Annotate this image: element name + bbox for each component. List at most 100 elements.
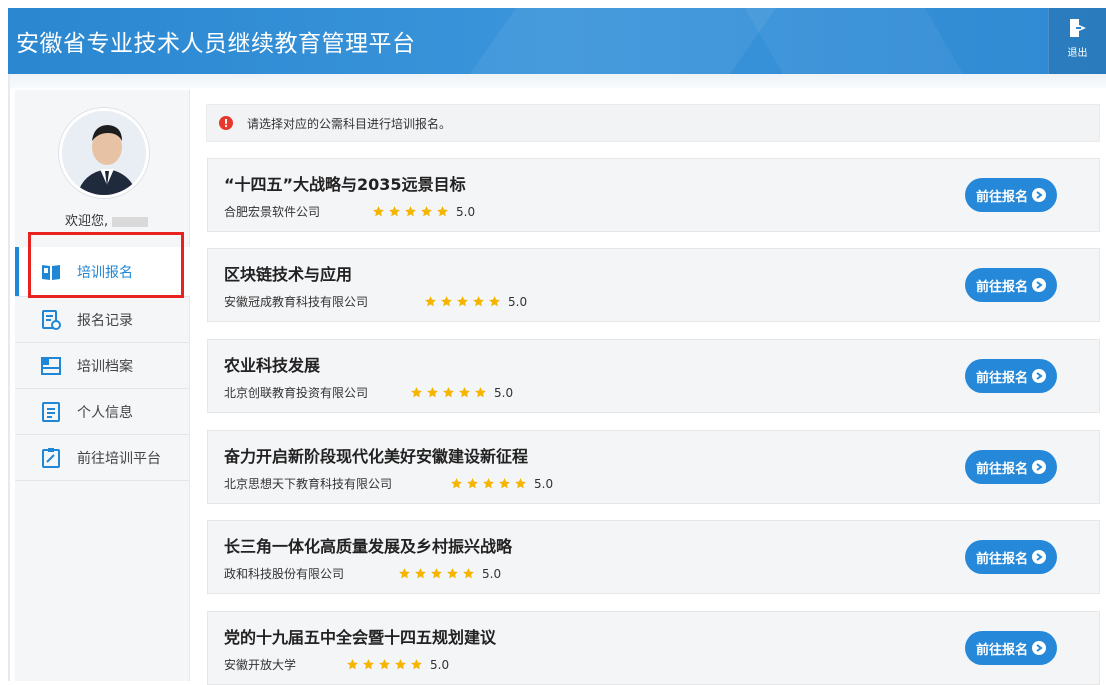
signup-button-label: 前往报名 [975, 189, 1028, 205]
course-title: “十四五”大战略与2035远景目标 [224, 175, 466, 194]
username-redacted [112, 216, 149, 227]
star-icon [362, 658, 378, 671]
star-icon [474, 386, 490, 399]
record-icon [39, 308, 63, 332]
chevron-right-icon [1032, 278, 1046, 292]
course-provider: 合肥宏景软件公司 [224, 205, 321, 219]
course-card: 长三角一体化高质量发展及乡村振兴战略 政和科技股份有限公司 5.0 前往报名 [207, 520, 1100, 594]
course-card: 区块链技术与应用安徽冠成教育科技有限公司 5.0 前往报名 [207, 248, 1100, 322]
star-icon [472, 295, 488, 308]
star-icon [436, 205, 452, 218]
welcome-label: 欢迎您, [65, 214, 109, 229]
signup-button-label: 前往报名 [975, 642, 1028, 658]
sidebar-item-training-archive[interactable]: 培训档案 [15, 343, 190, 389]
course-meta: 合肥宏景软件公司 5.0 [224, 203, 475, 220]
welcome-text: 欢迎您, [65, 210, 149, 229]
rating-stars: 5.0 [410, 386, 513, 400]
star-icon [498, 477, 514, 490]
chevron-right-icon [1032, 369, 1046, 383]
rating-stars: 5.0 [346, 658, 449, 672]
rating-value: 5.0 [456, 204, 476, 219]
top-header: 安徽省专业技术人员继续教育管理平台 退出 [8, 8, 1106, 74]
course-provider: 政和科技股份有限公司 [224, 567, 345, 581]
left-border [8, 74, 10, 681]
logout-label: 退出 [1067, 48, 1088, 59]
course-card: 农业科技发展北京创联教育投资有限公司 5.0 前往报名 [207, 339, 1100, 413]
course-meta: 安徽冠成教育科技有限公司 5.0 [224, 293, 527, 310]
star-icon [346, 658, 362, 671]
sidebar: 欢迎您, 培训报名 报名记录 培训档案 个人信息 前往培训平台 [15, 90, 190, 681]
star-icon [426, 386, 442, 399]
rating-stars: 5.0 [372, 205, 475, 219]
course-card: “十四五”大战略与2035远景目标合肥宏景软件公司 5.0 前往报名 [207, 158, 1100, 232]
sidebar-item-label: 前往培训平台 [77, 450, 161, 467]
logout-icon [1069, 19, 1086, 37]
course-title: 农业科技发展 [224, 356, 321, 375]
rating-value: 5.0 [508, 294, 528, 309]
avatar [59, 108, 149, 198]
course-provider: 安徽开放大学 [224, 658, 297, 672]
course-meta: 北京创联教育投资有限公司 5.0 [224, 384, 513, 401]
highlight-annotation-box [28, 232, 184, 298]
signup-button[interactable]: 前往报名 [965, 540, 1057, 574]
signup-button[interactable]: 前往报名 [965, 450, 1057, 484]
course-title: 区块链技术与应用 [224, 265, 353, 284]
platform-icon [39, 446, 63, 470]
star-icon [466, 477, 482, 490]
sidebar-item-signup-records[interactable]: 报名记录 [15, 297, 190, 343]
star-icon [462, 567, 478, 580]
sidebar-item-personal-info[interactable]: 个人信息 [15, 389, 190, 435]
signup-button[interactable]: 前往报名 [965, 268, 1057, 302]
star-icon [398, 567, 414, 580]
star-icon [446, 567, 462, 580]
star-icon [420, 205, 436, 218]
rating-value: 5.0 [534, 476, 554, 491]
profile-icon [39, 400, 63, 424]
chevron-right-icon [1032, 460, 1046, 474]
star-icon [388, 205, 404, 218]
logout-button[interactable]: 退出 [1048, 8, 1106, 74]
course-provider: 北京思想天下教育科技有限公司 [224, 477, 393, 491]
star-icon [430, 567, 446, 580]
sidebar-item-label: 报名记录 [77, 312, 133, 329]
star-icon [378, 658, 394, 671]
chevron-right-icon [1032, 188, 1046, 202]
star-icon [372, 205, 388, 218]
app-title: 安徽省专业技术人员继续教育管理平台 [16, 31, 416, 57]
star-icon [442, 386, 458, 399]
course-card: 党的十九届五中全会暨十四五规划建议 安徽开放大学 5.0 前往报名 [207, 611, 1100, 685]
course-provider: 安徽冠成教育科技有限公司 [224, 295, 369, 309]
warning-icon: ! [219, 116, 233, 130]
star-icon [424, 295, 440, 308]
star-icon [410, 386, 426, 399]
star-icon [488, 295, 504, 308]
course-title: 奋力开启新阶段现代化美好安徽建设新征程 [224, 447, 529, 466]
rating-value: 5.0 [494, 385, 514, 400]
signup-button[interactable]: 前往报名 [965, 178, 1057, 212]
signup-button[interactable]: 前往报名 [965, 359, 1057, 393]
course-card: 奋力开启新阶段现代化美好安徽建设新征程北京思想天下教育科技有限公司 5.0 前往报名 [207, 430, 1100, 504]
alert-text: 请选择对应的公需科目进行培训报名。 [247, 116, 452, 131]
rating-value: 5.0 [430, 657, 450, 672]
rating-stars: 5.0 [450, 477, 553, 491]
rating-value: 5.0 [482, 566, 502, 581]
notice-alert: ! 请选择对应的公需科目进行培训报名。 [206, 104, 1100, 142]
star-icon [440, 295, 456, 308]
course-meta: 北京思想天下教育科技有限公司 5.0 [224, 475, 553, 492]
course-provider: 北京创联教育投资有限公司 [224, 386, 369, 400]
archive-icon [39, 354, 63, 378]
star-icon [404, 205, 420, 218]
header-shadow [8, 74, 1106, 88]
star-icon [410, 658, 426, 671]
signup-button-label: 前往报名 [975, 461, 1028, 477]
chevron-right-icon [1032, 550, 1046, 564]
star-icon [458, 386, 474, 399]
signup-button[interactable]: 前往报名 [965, 631, 1057, 665]
star-icon [414, 567, 430, 580]
star-icon [482, 477, 498, 490]
star-icon [394, 658, 410, 671]
star-icon [450, 477, 466, 490]
signup-button-label: 前往报名 [975, 551, 1028, 567]
sidebar-item-go-platform[interactable]: 前往培训平台 [15, 435, 190, 481]
signup-button-label: 前往报名 [975, 279, 1028, 295]
